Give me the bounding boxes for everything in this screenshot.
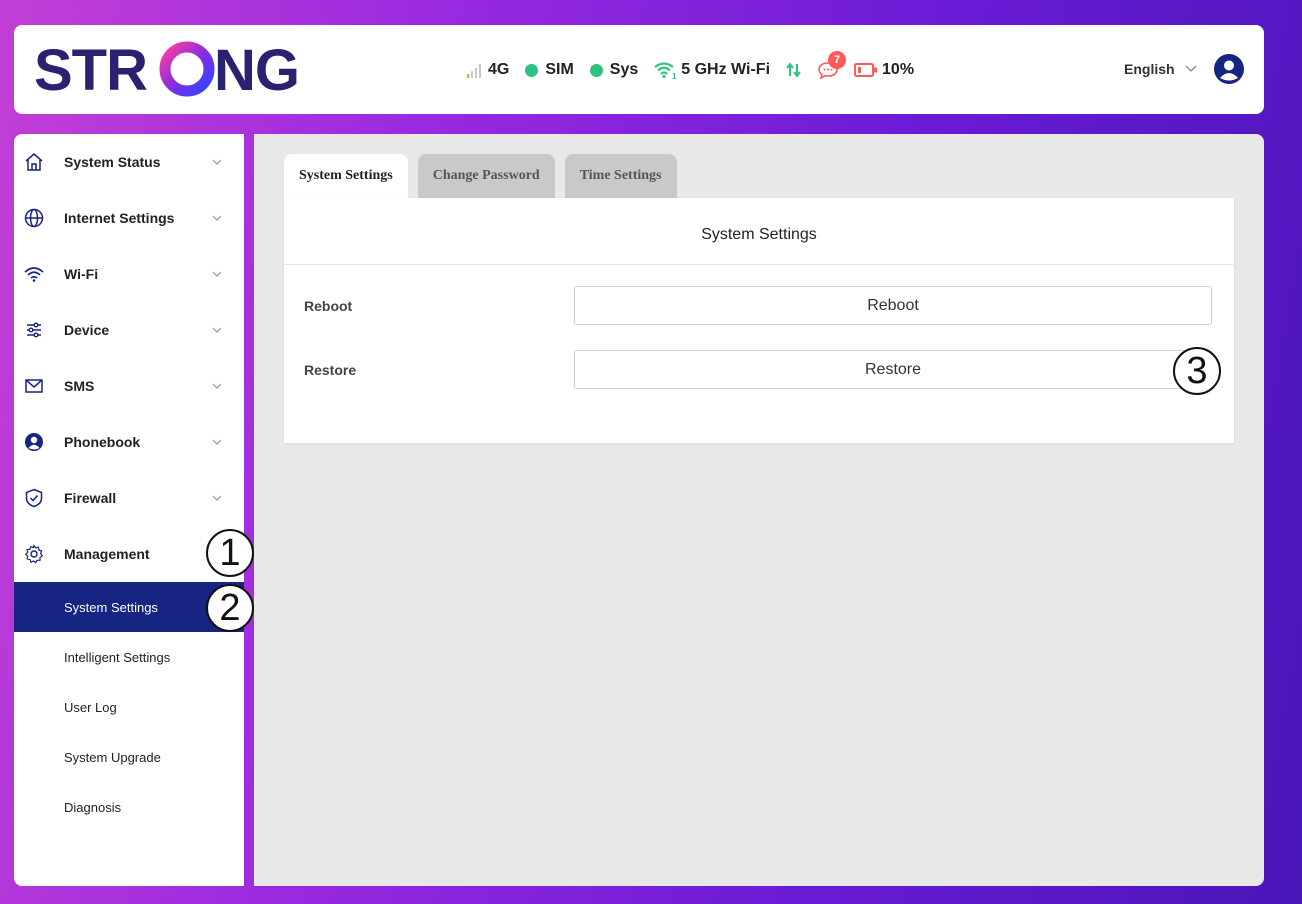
- callout-marker: 2: [206, 584, 254, 632]
- network-type: 4G: [488, 61, 510, 78]
- sidebar-item-label: SMS: [64, 378, 95, 394]
- language-selector[interactable]: English: [1124, 61, 1197, 77]
- gear-icon: [24, 544, 44, 564]
- sidebar-item-device[interactable]: Device: [14, 302, 244, 358]
- chevron-down-icon: [212, 271, 222, 277]
- messages-indicator[interactable]: 7: [818, 51, 847, 81]
- restore-button[interactable]: Restore: [574, 350, 1212, 389]
- messages-badge: 7: [828, 51, 847, 69]
- svg-text:1: 1: [672, 72, 677, 79]
- sidebar-subitem-diagnosis[interactable]: Diagnosis: [14, 782, 244, 832]
- strong-logo: STR NG: [34, 39, 300, 99]
- sidebar-subitem-intelligent-settings[interactable]: Intelligent Settings: [14, 632, 244, 682]
- wifi-label: 5 GHz Wi-Fi: [681, 61, 771, 78]
- chevron-down-icon: [212, 439, 222, 445]
- wifi-icon: [24, 267, 44, 282]
- sidebar-item-label: Phonebook: [64, 434, 141, 450]
- language-label: English: [1124, 61, 1175, 77]
- svg-text:STR: STR: [34, 39, 147, 99]
- restore-label: Restore: [304, 362, 357, 378]
- sidebar-item-phonebook[interactable]: Phonebook: [14, 414, 244, 470]
- wifi-status: 1 5 GHz Wi-Fi: [654, 61, 770, 79]
- shield-icon: [25, 488, 43, 508]
- sidebar-item-sms[interactable]: SMS: [14, 358, 244, 414]
- chevron-down-icon: [212, 215, 222, 221]
- sim-label: SIM: [545, 61, 574, 78]
- tab-bar: System Settings Change Password Time Set…: [284, 154, 687, 198]
- sidebar: System Status Internet Settings Wi-Fi De…: [14, 134, 244, 886]
- chevron-down-icon: [212, 159, 222, 165]
- sys-status: Sys: [589, 61, 639, 79]
- battery-icon: [854, 63, 878, 77]
- battery-level: 10%: [882, 61, 915, 78]
- up-down-arrows-icon: [786, 62, 801, 78]
- envelope-icon: [25, 379, 43, 393]
- reboot-button[interactable]: Reboot: [574, 286, 1212, 325]
- chevron-down-icon: [212, 327, 222, 333]
- sidebar-item-label: Device: [64, 322, 110, 338]
- svg-text:NG: NG: [214, 39, 299, 99]
- chevron-down-icon: [212, 495, 222, 501]
- sidebar-subitem-label: User Log: [64, 699, 117, 715]
- system-settings-card: System Settings Reboot Reboot Restore Re…: [284, 198, 1234, 443]
- chevron-down-icon: [1185, 65, 1197, 72]
- sidebar-item-label: System Status: [64, 154, 161, 170]
- signal-icon: [467, 64, 481, 78]
- top-header: STR NG 4G SIM Sys 1 5 GHz Wi-Fi 7 10% En…: [14, 25, 1264, 114]
- contact-icon: [25, 433, 43, 451]
- sidebar-item-firewall[interactable]: Firewall: [14, 470, 244, 526]
- sidebar-item-internet-settings[interactable]: Internet Settings: [14, 190, 244, 246]
- sidebar-subitem-label: System Upgrade: [64, 749, 161, 765]
- sidebar-item-label: Internet Settings: [64, 210, 175, 226]
- sidebar-subitem-label: Diagnosis: [64, 799, 122, 815]
- callout-marker: 1: [206, 529, 254, 577]
- tab-time-settings[interactable]: Time Settings: [564, 154, 677, 198]
- data-transfer-status: [786, 61, 802, 79]
- chevron-down-icon: [212, 383, 222, 389]
- home-icon: [25, 153, 43, 171]
- sidebar-item-label: Management: [64, 546, 150, 562]
- card-title: System Settings: [284, 198, 1234, 265]
- sys-status-dot: [589, 63, 603, 77]
- sim-status-dot: [525, 63, 539, 77]
- user-avatar-icon[interactable]: [1214, 54, 1244, 84]
- tab-change-password[interactable]: Change Password: [417, 154, 555, 198]
- sidebar-item-wifi[interactable]: Wi-Fi: [14, 246, 244, 302]
- sidebar-subitem-label: Intelligent Settings: [64, 649, 171, 665]
- battery-status: 10%: [854, 61, 914, 79]
- signal-status: 4G: [466, 61, 509, 79]
- sliders-icon: [27, 322, 41, 338]
- sys-label: Sys: [609, 61, 639, 78]
- status-bar: 4G SIM Sys 1 5 GHz Wi-Fi 7 10%: [466, 51, 930, 81]
- sidebar-item-system-status[interactable]: System Status: [14, 134, 244, 190]
- sidebar-subitem-user-log[interactable]: User Log: [14, 682, 244, 732]
- sidebar-item-label: Wi-Fi: [64, 266, 99, 282]
- sim-status: SIM: [525, 61, 574, 79]
- sidebar-subitem-label: System Settings: [64, 599, 158, 615]
- sidebar-subitem-system-upgrade[interactable]: System Upgrade: [14, 732, 244, 782]
- main-content: System Settings Change Password Time Set…: [254, 134, 1264, 886]
- callout-marker: 3: [1173, 347, 1221, 395]
- tab-system-settings[interactable]: System Settings: [284, 154, 408, 198]
- sidebar-item-label: Firewall: [64, 490, 117, 506]
- globe-icon: [24, 208, 44, 228]
- reboot-label: Reboot: [304, 298, 353, 314]
- wifi-icon: 1: [654, 62, 677, 79]
